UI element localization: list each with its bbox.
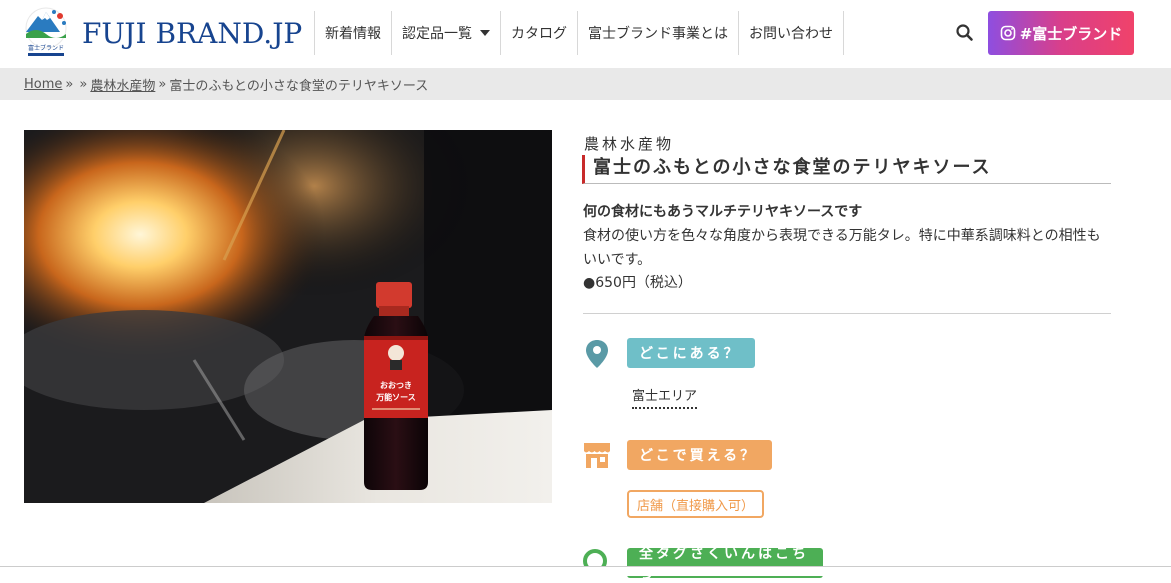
nav-certified-products-label: 認定品一覧 (402, 26, 472, 42)
site-logo[interactable]: 富士ブランド FUJI BRAND.JP (20, 6, 303, 60)
breadcrumb-category-link[interactable]: 農林水産物 (90, 75, 155, 94)
product-description: 食材の使い方を色々な角度から表現できる万能タレ。特に中華系調味料との相性もいいで… (583, 228, 1101, 268)
breadcrumb: Home » » 農林水産物 » 富士のふもとの小さな食堂のテリヤキソース (0, 68, 1171, 100)
nav-about[interactable]: 富士ブランド事業とは (578, 11, 739, 55)
nav-catalog-label: カタログ (511, 26, 567, 42)
product-lead: 何の食材にもあうマルチテリヤキソースです (583, 204, 863, 220)
nav-about-label: 富士ブランド事業とは (588, 26, 728, 42)
map-pin-icon (585, 338, 613, 370)
shop-icon (582, 440, 610, 472)
where-label: どこにある？ (627, 338, 755, 368)
instagram-icon (1000, 25, 1016, 41)
svg-text:おおつき: おおつき (380, 381, 412, 390)
main-nav: 新着情報 認定品一覧 カタログ 富士ブランド事業とは お問い合わせ (314, 11, 844, 55)
breadcrumb-current: 富士のふもとの小さな食堂のテリヤキソース (169, 78, 429, 94)
product-category: 農林水産物 (584, 135, 675, 153)
svg-text:富士ブランド: 富士ブランド (28, 44, 64, 52)
instagram-button-label: #富士ブランド (1019, 24, 1123, 43)
footer-bar (0, 566, 1171, 576)
product-price: ●650円（税込） (583, 275, 692, 291)
breadcrumb-separator: » (65, 76, 74, 92)
product-photo: おおつき 万能ソース (24, 130, 552, 503)
breadcrumb-home-link[interactable]: Home (24, 77, 62, 92)
breadcrumb-separator: » (158, 76, 167, 92)
instagram-button[interactable]: #富士ブランド (988, 11, 1134, 55)
brand-name: FUJI BRAND.JP (82, 16, 303, 50)
nav-contact-label: お問い合わせ (749, 26, 833, 42)
buy-label: どこで買える？ (627, 440, 772, 470)
nav-news-label: 新着情報 (325, 26, 381, 42)
nav-certified-products[interactable]: 認定品一覧 (392, 11, 501, 55)
area-link[interactable]: 富士エリア (632, 385, 698, 409)
site-header: 富士ブランド FUJI BRAND.JP 新着情報 認定品一覧 カタログ 富士ブ… (0, 0, 1171, 68)
divider (583, 313, 1111, 314)
nav-news[interactable]: 新着情報 (315, 11, 392, 55)
fuji-mountain-logo-icon: 富士ブランド (20, 6, 72, 60)
nav-catalog[interactable]: カタログ (501, 11, 578, 55)
search-icon[interactable] (955, 23, 975, 43)
product-title: 富士のふもとの小さな食堂のテリヤキソース (582, 155, 1111, 184)
chevron-down-icon (480, 30, 490, 36)
breadcrumb-separator: » (79, 76, 88, 92)
svg-text:万能ソース: 万能ソース (375, 392, 416, 402)
nav-contact[interactable]: お問い合わせ (739, 11, 844, 55)
store-tag[interactable]: 店舗（直接購入可） (627, 490, 765, 518)
